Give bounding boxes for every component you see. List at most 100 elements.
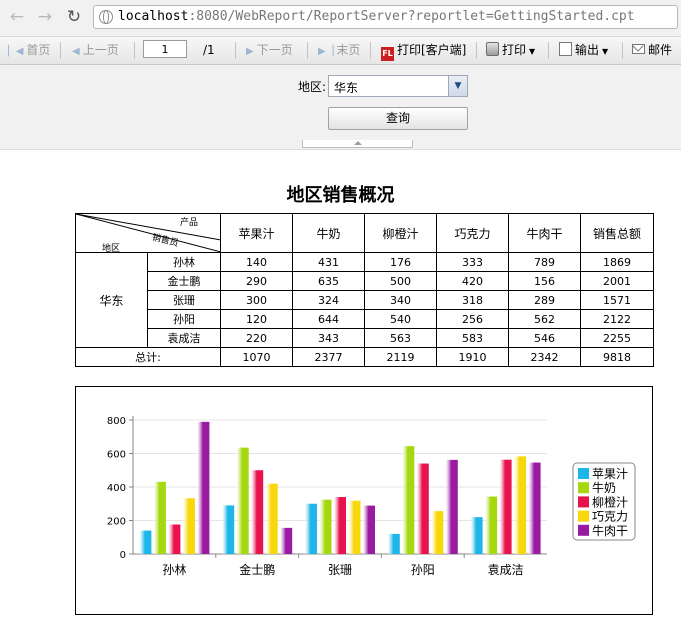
column-header: 牛肉干 xyxy=(508,213,581,253)
column-header: 苹果汁 xyxy=(220,213,293,253)
column-header-total: 销售总额 xyxy=(580,213,654,253)
x-tick-label: 袁成洁 xyxy=(488,563,524,577)
value-cell: 644 xyxy=(292,309,365,329)
legend-swatch xyxy=(578,468,589,479)
value-cell: 635 xyxy=(292,271,365,291)
page-number-input[interactable] xyxy=(143,40,187,58)
divider xyxy=(60,42,61,59)
bar xyxy=(387,533,400,554)
divider xyxy=(134,42,135,59)
value-cell: 789 xyxy=(508,252,581,272)
legend-swatch xyxy=(578,496,589,508)
grand-total-cell: 9818 xyxy=(580,347,654,367)
y-tick-label: 600 xyxy=(107,450,126,461)
globe-icon xyxy=(99,10,113,24)
x-tick-label: 孙林 xyxy=(162,563,186,577)
prev-page-icon: ◀ xyxy=(72,46,80,57)
bar xyxy=(197,421,210,554)
value-cell: 176 xyxy=(364,252,437,272)
first-page-button[interactable]: ▏◀ 首页 xyxy=(8,37,50,64)
value-cell: 220 xyxy=(220,328,293,348)
collapse-pane-handle[interactable] xyxy=(302,140,413,148)
flash-print-icon: FL xyxy=(381,47,394,61)
row-total-cell: 1869 xyxy=(580,252,654,272)
value-cell: 420 xyxy=(436,271,509,291)
page-total: /1 xyxy=(203,43,215,57)
legend-label: 牛肉干 xyxy=(592,523,628,538)
sum-cell: 2119 xyxy=(364,347,437,367)
bar xyxy=(153,481,166,554)
value-cell: 343 xyxy=(292,328,365,348)
bar xyxy=(168,524,181,554)
back-icon[interactable]: ← xyxy=(7,7,27,27)
print-client-button[interactable]: FL 打印[客户端] xyxy=(381,37,466,64)
table-row: 孙阳 120 644 540 256 562 2122 xyxy=(76,309,654,329)
browser-toolbar: ← → ↻ localhost:8080/WebReport/ReportSer… xyxy=(0,0,681,37)
value-cell: 156 xyxy=(508,271,581,291)
value-cell: 318 xyxy=(436,290,509,310)
mail-button[interactable]: 邮件 xyxy=(632,37,672,64)
chevron-down-icon[interactable]: ▼ xyxy=(448,76,467,96)
bar xyxy=(363,505,375,554)
salesperson-cell: 孙林 xyxy=(147,252,221,272)
value-cell: 546 xyxy=(508,328,581,348)
last-page-button[interactable]: ▶▕ 末页 xyxy=(318,37,360,64)
bar xyxy=(236,447,249,554)
row-total-cell: 2122 xyxy=(580,309,654,329)
salesperson-cell: 袁成洁 xyxy=(147,328,221,348)
legend-swatch xyxy=(578,524,589,536)
first-page-icon: ▏◀ xyxy=(8,46,24,57)
y-tick-label: 400 xyxy=(107,483,126,494)
bar xyxy=(139,530,152,554)
x-tick-label: 张珊 xyxy=(328,563,352,577)
corner-product-label: 产品 xyxy=(180,218,199,228)
next-page-button[interactable]: ▶ 下一页 xyxy=(246,37,293,64)
prev-page-button[interactable]: ◀ 上一页 xyxy=(72,37,119,64)
table-row: 金士鹏 290 635 500 420 156 2001 xyxy=(76,271,654,291)
sum-cell: 1910 xyxy=(436,347,509,367)
legend-swatch xyxy=(578,510,589,522)
address-bar[interactable]: localhost:8080/WebReport/ReportServer?re… xyxy=(93,5,678,29)
bar xyxy=(222,505,235,554)
chevron-down-icon: ▼ xyxy=(602,47,609,56)
divider xyxy=(548,42,549,59)
region-cell: 华东 xyxy=(75,252,148,348)
value-cell: 340 xyxy=(364,290,437,310)
legend-swatch xyxy=(578,482,589,494)
reload-icon[interactable]: ↻ xyxy=(64,7,84,27)
divider xyxy=(622,42,623,59)
bar xyxy=(305,503,317,554)
region-select[interactable]: 华东 ▼ xyxy=(328,75,468,97)
forward-icon[interactable]: → xyxy=(35,7,55,27)
report-toolbar: ▏◀ 首页 ◀ 上一页 /1 ▶ 下一页 ▶▕ 末页 FL 打印[客户端] 打印 ▼ 输出 ▼… xyxy=(0,37,681,65)
last-page-icon: ▶▕ xyxy=(318,46,334,57)
column-header: 巧克力 xyxy=(436,213,509,253)
sum-cell: 1070 xyxy=(220,347,293,367)
divider xyxy=(476,42,477,59)
divider xyxy=(235,42,236,59)
y-tick-label: 200 xyxy=(107,517,126,528)
mail-icon xyxy=(632,44,645,54)
query-button[interactable]: 查询 xyxy=(328,107,468,130)
bar xyxy=(402,446,415,554)
chevron-down-icon: ▼ xyxy=(529,47,536,56)
export-button[interactable]: 输出 ▼ xyxy=(559,37,608,64)
region-select-value: 华东 xyxy=(334,81,359,95)
bar xyxy=(485,496,498,554)
value-cell: 289 xyxy=(508,290,581,310)
document-icon xyxy=(559,42,572,56)
row-total-cell: 2001 xyxy=(580,271,654,291)
value-cell: 256 xyxy=(436,309,509,329)
table-row: 华东 孙林 140 431 176 333 789 1869 xyxy=(75,252,654,348)
header-corner-cell: 产品 销售员 地区 xyxy=(75,213,221,254)
print-button[interactable]: 打印 ▼ xyxy=(486,37,535,64)
sum-label-cell: 总计: xyxy=(75,347,221,367)
next-page-icon: ▶ xyxy=(246,46,254,57)
value-cell: 562 xyxy=(508,309,581,329)
bar xyxy=(334,497,346,554)
column-header: 柳橙汁 xyxy=(364,213,437,253)
bar xyxy=(416,463,429,554)
bar xyxy=(251,470,264,554)
row-total-cell: 1571 xyxy=(580,290,654,310)
bar xyxy=(514,456,527,554)
